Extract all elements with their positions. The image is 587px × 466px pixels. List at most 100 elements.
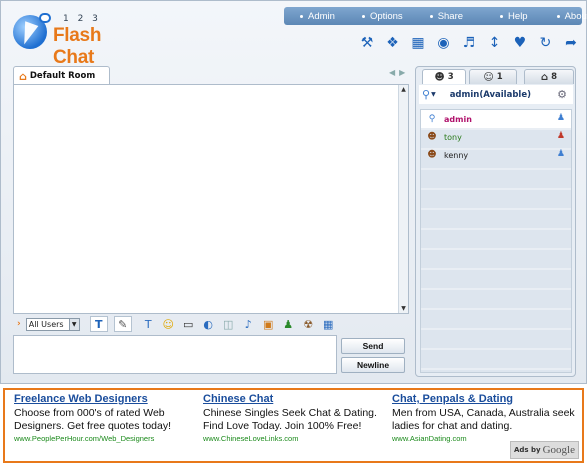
format-label: T — [94, 317, 103, 331]
user-name: tony — [444, 132, 462, 142]
scroll-up-icon[interactable]: ▲ — [399, 85, 408, 94]
arrow-icon: › — [17, 319, 21, 329]
ads-by-google[interactable]: Ads by Google — [510, 441, 579, 459]
ad-title[interactable]: Freelance Web Designers — [14, 393, 199, 405]
table-icon[interactable]: ▦ — [321, 317, 336, 332]
tab-users[interactable]: ☻ 3 — [422, 69, 466, 84]
message-input[interactable] — [13, 335, 337, 374]
user-name: admin — [444, 114, 472, 124]
bullet-icon — [500, 14, 504, 18]
chat-message-area: ▲ ▼ — [13, 84, 409, 314]
menu-item-share[interactable]: Share — [429, 10, 464, 22]
ads-by-label: Ads by — [514, 446, 541, 454]
smiley-icon[interactable]: ☺ — [161, 317, 176, 332]
pen-icon: ✎ — [118, 317, 128, 331]
user-list: ⚲ admin ♟ ☻ tony ♟ ☻ kenny ♟ — [420, 109, 572, 373]
flash-chat-logo: 1 2 3 Flash Chat — [13, 11, 143, 68]
bullet-icon — [429, 14, 433, 18]
picture-icon[interactable]: ▣ — [261, 317, 276, 332]
pen-button[interactable]: ✎ — [113, 316, 132, 332]
room-scroll-arrows[interactable]: ◀▶ — [389, 68, 409, 77]
rooms-icon: ⌂ — [540, 71, 549, 83]
newline-button[interactable]: Newline — [341, 357, 405, 373]
font-icon[interactable]: T — [141, 317, 156, 332]
menu-label: Share — [437, 10, 464, 22]
google-logo: Google — [542, 444, 575, 456]
gear-icon[interactable]: ⚙ — [557, 88, 567, 101]
music-icon[interactable]: ♪ — [241, 317, 256, 332]
ad-2[interactable]: Chinese Chat Chinese Singles Seek Chat &… — [203, 393, 388, 443]
send-button[interactable]: Send — [341, 338, 405, 354]
menu-item-about[interactable]: About — [556, 10, 587, 22]
ad-1[interactable]: Freelance Web Designers Choose from 000'… — [14, 393, 199, 443]
menu-label: Help — [508, 10, 528, 22]
chevron-down-icon: ▼ — [68, 318, 79, 330]
avatar-icon: ☻ — [427, 150, 437, 160]
bullet-icon — [556, 14, 560, 18]
home-icon: ⌂ — [19, 69, 27, 83]
logo-bubble-icon — [39, 13, 51, 23]
menu-label: About — [564, 10, 587, 22]
bullet-icon — [361, 14, 365, 18]
users-panel: ☻ 3 ☺ 1 ⌂ 8 ⚲ ▼ admin(Available) ⚙ ⚲ admin … — [415, 66, 576, 377]
logo-text: Flash Chat — [53, 25, 102, 68]
user-row-admin[interactable]: ⚲ admin ♟ — [421, 110, 571, 128]
ad-body: Men from USA, Canada, Australia seek lad… — [392, 407, 575, 432]
flash-chat-app: 1 2 3 Flash Chat Admin Options Share Hel… — [0, 0, 587, 384]
user-role-icon: ♟ — [556, 149, 565, 159]
self-status-label: admin(Available) — [449, 89, 531, 100]
browser-icon[interactable]: ◐ — [201, 317, 216, 332]
recipient-select[interactable]: All Users ▼ — [25, 317, 80, 331]
logo-number: 1 2 3 — [63, 14, 101, 24]
user-row-kenny[interactable]: ☻ kenny ♟ — [421, 146, 571, 164]
tab-count: 3 — [447, 72, 454, 82]
tab-count: 8 — [551, 72, 558, 82]
refresh-icon[interactable]: ↻ — [536, 33, 556, 53]
ad-title[interactable]: Chat, Penpals & Dating — [392, 393, 577, 405]
tab-rooms[interactable]: ⌂ 8 — [524, 69, 574, 84]
skin-icon[interactable]: ▦ — [408, 33, 428, 53]
logo-bolt-icon — [17, 21, 39, 47]
group-icon: ☺ — [483, 71, 494, 83]
webcam-icon[interactable]: ◉ — [434, 33, 454, 53]
avatar-icon: ☻ — [427, 132, 437, 142]
admin-role-icon: ♟ — [556, 131, 565, 141]
bullet-icon — [300, 14, 303, 18]
ad-3[interactable]: Chat, Penpals & Dating Men from USA, Can… — [392, 393, 577, 443]
user-name: kenny — [444, 150, 469, 160]
tab-default-room[interactable]: ⌂ Default Room — [13, 66, 110, 85]
screen-icon[interactable]: ▭ — [181, 317, 196, 332]
gamepad-icon[interactable]: ❖ — [383, 33, 403, 53]
self-status-row[interactable]: ⚲ ▼ admin(Available) ⚙ — [419, 85, 573, 104]
volume-icon[interactable]: ♬ — [459, 33, 479, 53]
ad-url[interactable]: www.PeoplePerHour.com/Web_Designers — [14, 434, 199, 443]
users-icon: ☻ — [434, 71, 445, 83]
tab-group[interactable]: ☺ 1 — [469, 69, 517, 84]
text-format-button[interactable]: T — [89, 316, 108, 332]
menu-label: Options — [369, 10, 403, 22]
ad-title[interactable]: Chinese Chat — [203, 393, 388, 405]
file-icon[interactable]: ◫ — [221, 317, 236, 332]
add-user-icon[interactable]: ♟ — [281, 317, 296, 332]
ad-url[interactable]: www.ChineseLoveLinks.com — [203, 434, 388, 443]
wrench-icon[interactable]: ⚒ — [357, 33, 377, 53]
chat-scrollbar[interactable]: ▲ ▼ — [398, 85, 408, 313]
recipient-value: All Users — [28, 319, 64, 329]
menu-item-help[interactable]: Help — [500, 11, 528, 22]
exit-icon[interactable]: ➦ — [561, 33, 581, 53]
main-toolbar: ⚒ ❖ ▦ ◉ ♬ ↕ ♥ ↻ ➦ — [357, 33, 581, 53]
ad-body: Chinese Singles Seek Chat & Dating. Find… — [203, 407, 377, 432]
status-icon[interactable]: ⚲ — [422, 88, 430, 101]
chevron-down-icon: ▼ — [431, 91, 436, 98]
menu-item-options[interactable]: Options — [361, 10, 403, 22]
tab-count: 1 — [496, 72, 503, 82]
user-row-tony[interactable]: ☻ tony ♟ — [421, 128, 571, 146]
heart-icon[interactable]: ♥ — [510, 33, 530, 53]
resize-icon[interactable]: ↕ — [485, 33, 505, 53]
user-role-icon: ♟ — [556, 113, 565, 123]
scroll-down-icon[interactable]: ▼ — [399, 304, 408, 313]
avatar-icon: ⚲ — [428, 114, 436, 124]
menu-item-admin[interactable]: Admin — [300, 11, 335, 22]
block-user-icon[interactable]: ☢ — [301, 317, 316, 332]
ad-body: Choose from 000's of rated Web Designers… — [14, 407, 172, 432]
